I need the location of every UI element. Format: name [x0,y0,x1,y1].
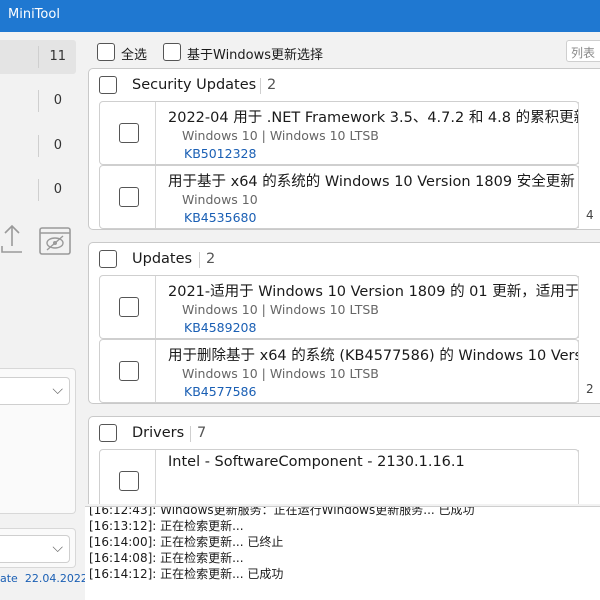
group-count: 2 [267,77,277,93]
group-title: Security Updates [132,77,257,93]
filter-group: ⌵ [0,368,76,514]
view-selector-text: 列表 [571,46,596,60]
group-checkbox[interactable] [99,424,117,442]
group-drivers: Drivers 7 Intel - SoftwareComponent - 21… [88,416,600,504]
group-title: Drivers [132,425,185,441]
title-bar: MiniTool [0,0,600,32]
sidebar-item-all[interactable]: 11 [0,40,76,74]
sidebar-count: 11 [49,49,66,64]
log-line: [16:14:00]: 正在检索更新... 已终止 [89,535,284,549]
select-all-checkbox[interactable] [97,43,115,61]
group-title: Updates [132,251,193,267]
log-line: [16:13:12]: 正在检索更新... [89,519,244,533]
view-selector[interactable]: 列表 [566,40,600,62]
chevron-down-icon: ⌵ [52,382,63,398]
app-title: MiniTool [8,7,60,22]
item-checkbox[interactable] [119,297,139,317]
divider [199,252,200,268]
item-name: Intel - SoftwareComponent - 2130.1.16.1 [168,454,465,470]
sidebar-count: 0 [53,138,62,153]
item-kb-link[interactable]: KB4535680 [184,210,256,225]
log-line: [16:14:12]: 正在检索更新... 已成功 [89,567,284,581]
divider [38,46,39,68]
filter-dropdown[interactable]: ⌵ [0,377,70,405]
item-kb-link[interactable]: KB5012328 [184,146,256,161]
item-kb-link[interactable]: KB4577586 [184,384,256,399]
item-name: 用于删除基于 x64 的系统 (KB4577586) 的 Windows 10 … [168,348,578,364]
divider [38,179,39,201]
sidebar-item-2[interactable]: 0 [0,84,76,118]
divider [38,135,39,157]
log-line: [16:14:08]: 正在检索更新... [89,551,244,565]
sidebar-count: 0 [53,182,62,197]
group-updates: Updates 2 2021-适用于 Windows 10 Version 18… [88,242,600,404]
group-header[interactable]: Drivers 7 [89,417,600,449]
select-all-label: 全选 [121,48,148,63]
sidebar-item-4[interactable]: 0 [0,173,76,207]
group-count: 2 [206,251,216,267]
select-by-windows-update-checkbox[interactable] [163,43,181,61]
group-checkbox[interactable] [99,250,117,268]
item-size: 4 [586,208,594,222]
item-kb-link[interactable]: KB4589208 [184,320,256,335]
divider [260,78,261,94]
group-security-updates: Security Updates 2 2022-04 用于 .NET Frame… [88,68,600,230]
item-name: 2021-适用于 Windows 10 Version 1809 的 01 更新… [168,284,578,300]
sidebar-item-3[interactable]: 0 [0,129,76,163]
sort-group: ⌵ [0,528,76,568]
group-checkbox[interactable] [99,76,117,94]
group-header[interactable]: Updates 2 [89,243,600,275]
item-checkbox[interactable] [119,471,139,491]
divider [190,426,191,442]
item-products: Windows 10 | Windows 10 LTSB [182,128,379,143]
group-header[interactable]: Security Updates 2 [89,69,600,101]
last-check-date: ate 22.04.2022 [0,572,88,585]
item-name: 用于基于 x64 的系统的 Windows 10 Version 1809 安全… [168,174,575,190]
item-products: Windows 10 | Windows 10 LTSB [182,302,379,317]
update-item[interactable]: 用于基于 x64 的系统的 Windows 10 Version 1809 安全… [99,165,594,229]
chevron-down-icon: ⌵ [52,540,63,556]
hidden-view-icon[interactable] [38,226,72,256]
select-by-windows-update-label: 基于Windows更新选择 [187,48,324,63]
log-panel[interactable]: [16:12:43]: Windows更新服务：正在运行Windows更新服务.… [85,506,600,600]
update-item[interactable]: 用于删除基于 x64 的系统 (KB4577586) 的 Windows 10 … [99,339,594,403]
item-checkbox[interactable] [119,187,139,207]
toolbar: 全选 基于Windows更新选择 列表 [85,32,600,70]
item-checkbox[interactable] [119,361,139,381]
divider [38,90,39,112]
sidebar-count: 0 [53,93,62,108]
sidebar: 11 0 0 0 ⌵ ⌵ ate 22.04.2022 [0,32,88,600]
item-products: Windows 10 | Windows 10 LTSB [182,366,379,381]
update-item[interactable]: 2021-适用于 Windows 10 Version 1809 的 01 更新… [99,275,579,339]
item-products: Windows 10 [182,192,258,207]
item-name: 2022-04 用于 .NET Framework 3.5、4.7.2 和 4.… [168,110,578,126]
item-size: 2 [586,382,594,396]
update-item[interactable]: 2022-04 用于 .NET Framework 3.5、4.7.2 和 4.… [99,101,579,165]
sort-dropdown[interactable]: ⌵ [0,535,70,563]
update-item[interactable]: Intel - SoftwareComponent - 2130.1.16.1 [99,449,579,504]
upload-icon[interactable] [0,222,26,256]
group-count: 7 [197,425,207,441]
item-checkbox[interactable] [119,123,139,143]
update-list: Security Updates 2 2022-04 用于 .NET Frame… [85,68,600,504]
